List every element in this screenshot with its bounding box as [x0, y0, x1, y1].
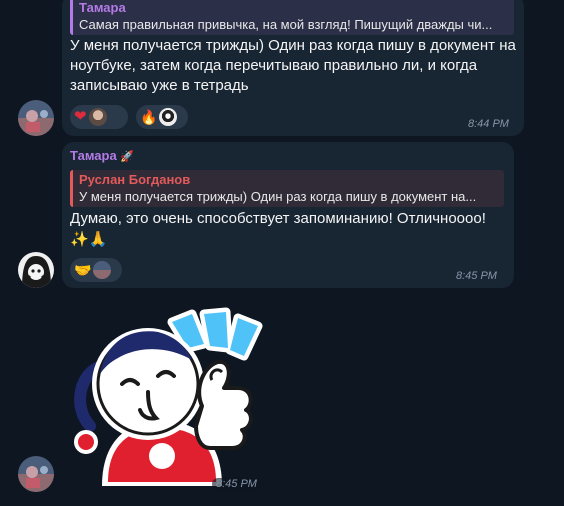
message-time: 8:45 PM [212, 478, 261, 490]
avatar-tamara[interactable] [18, 252, 54, 288]
reply-sender-name: Тамара [79, 0, 126, 15]
message-text: Думаю, это очень способствует запоминани… [70, 210, 486, 227]
emoji-line: ✨🙏 [70, 231, 108, 248]
reaction-heart[interactable]: ❤ [70, 105, 128, 129]
reaction-handshake[interactable]: 🤝 [70, 258, 122, 282]
avatar-ruslan[interactable] [18, 100, 54, 136]
reply-snippet: У меня получается трижды) Один раз когда… [79, 189, 477, 204]
reaction-fire[interactable]: 🔥 [136, 105, 188, 129]
message-text: У меня получается трижды) Один раз когда… [70, 37, 516, 94]
reactor-avatar-icon [159, 108, 178, 126]
fire-icon: 🔥 [140, 109, 158, 125]
message-bubble-1[interactable]: Тамара Самая правильная привычка, на мой… [62, 0, 524, 136]
sender-name[interactable]: Тамара 🚀 [70, 148, 134, 163]
message-time: 8:45 PM [456, 270, 497, 282]
thumbs-up-sticker-icon[interactable]: 8:45 PM [62, 296, 272, 496]
avatar-ruslan[interactable] [18, 456, 54, 492]
handshake-icon: 🤝 [74, 262, 92, 278]
reply-quote[interactable]: Руслан Богданов У меня получается трижды… [70, 170, 504, 207]
reactor-avatar-icon [93, 261, 112, 279]
reply-snippet: Самая правильная привычка, на мой взгляд… [79, 17, 493, 32]
heart-icon: ❤ [74, 108, 87, 125]
message-bubble-2[interactable]: Тамара 🚀 Руслан Богданов У меня получает… [62, 142, 514, 288]
reactor-avatar-icon [88, 108, 107, 126]
reply-sender-name: Руслан Богданов [79, 172, 191, 187]
reply-quote[interactable]: Тамара Самая правильная привычка, на мой… [70, 0, 514, 35]
rocket-icon: 🚀 [120, 151, 135, 163]
message-time: 8:44 PM [468, 118, 509, 130]
